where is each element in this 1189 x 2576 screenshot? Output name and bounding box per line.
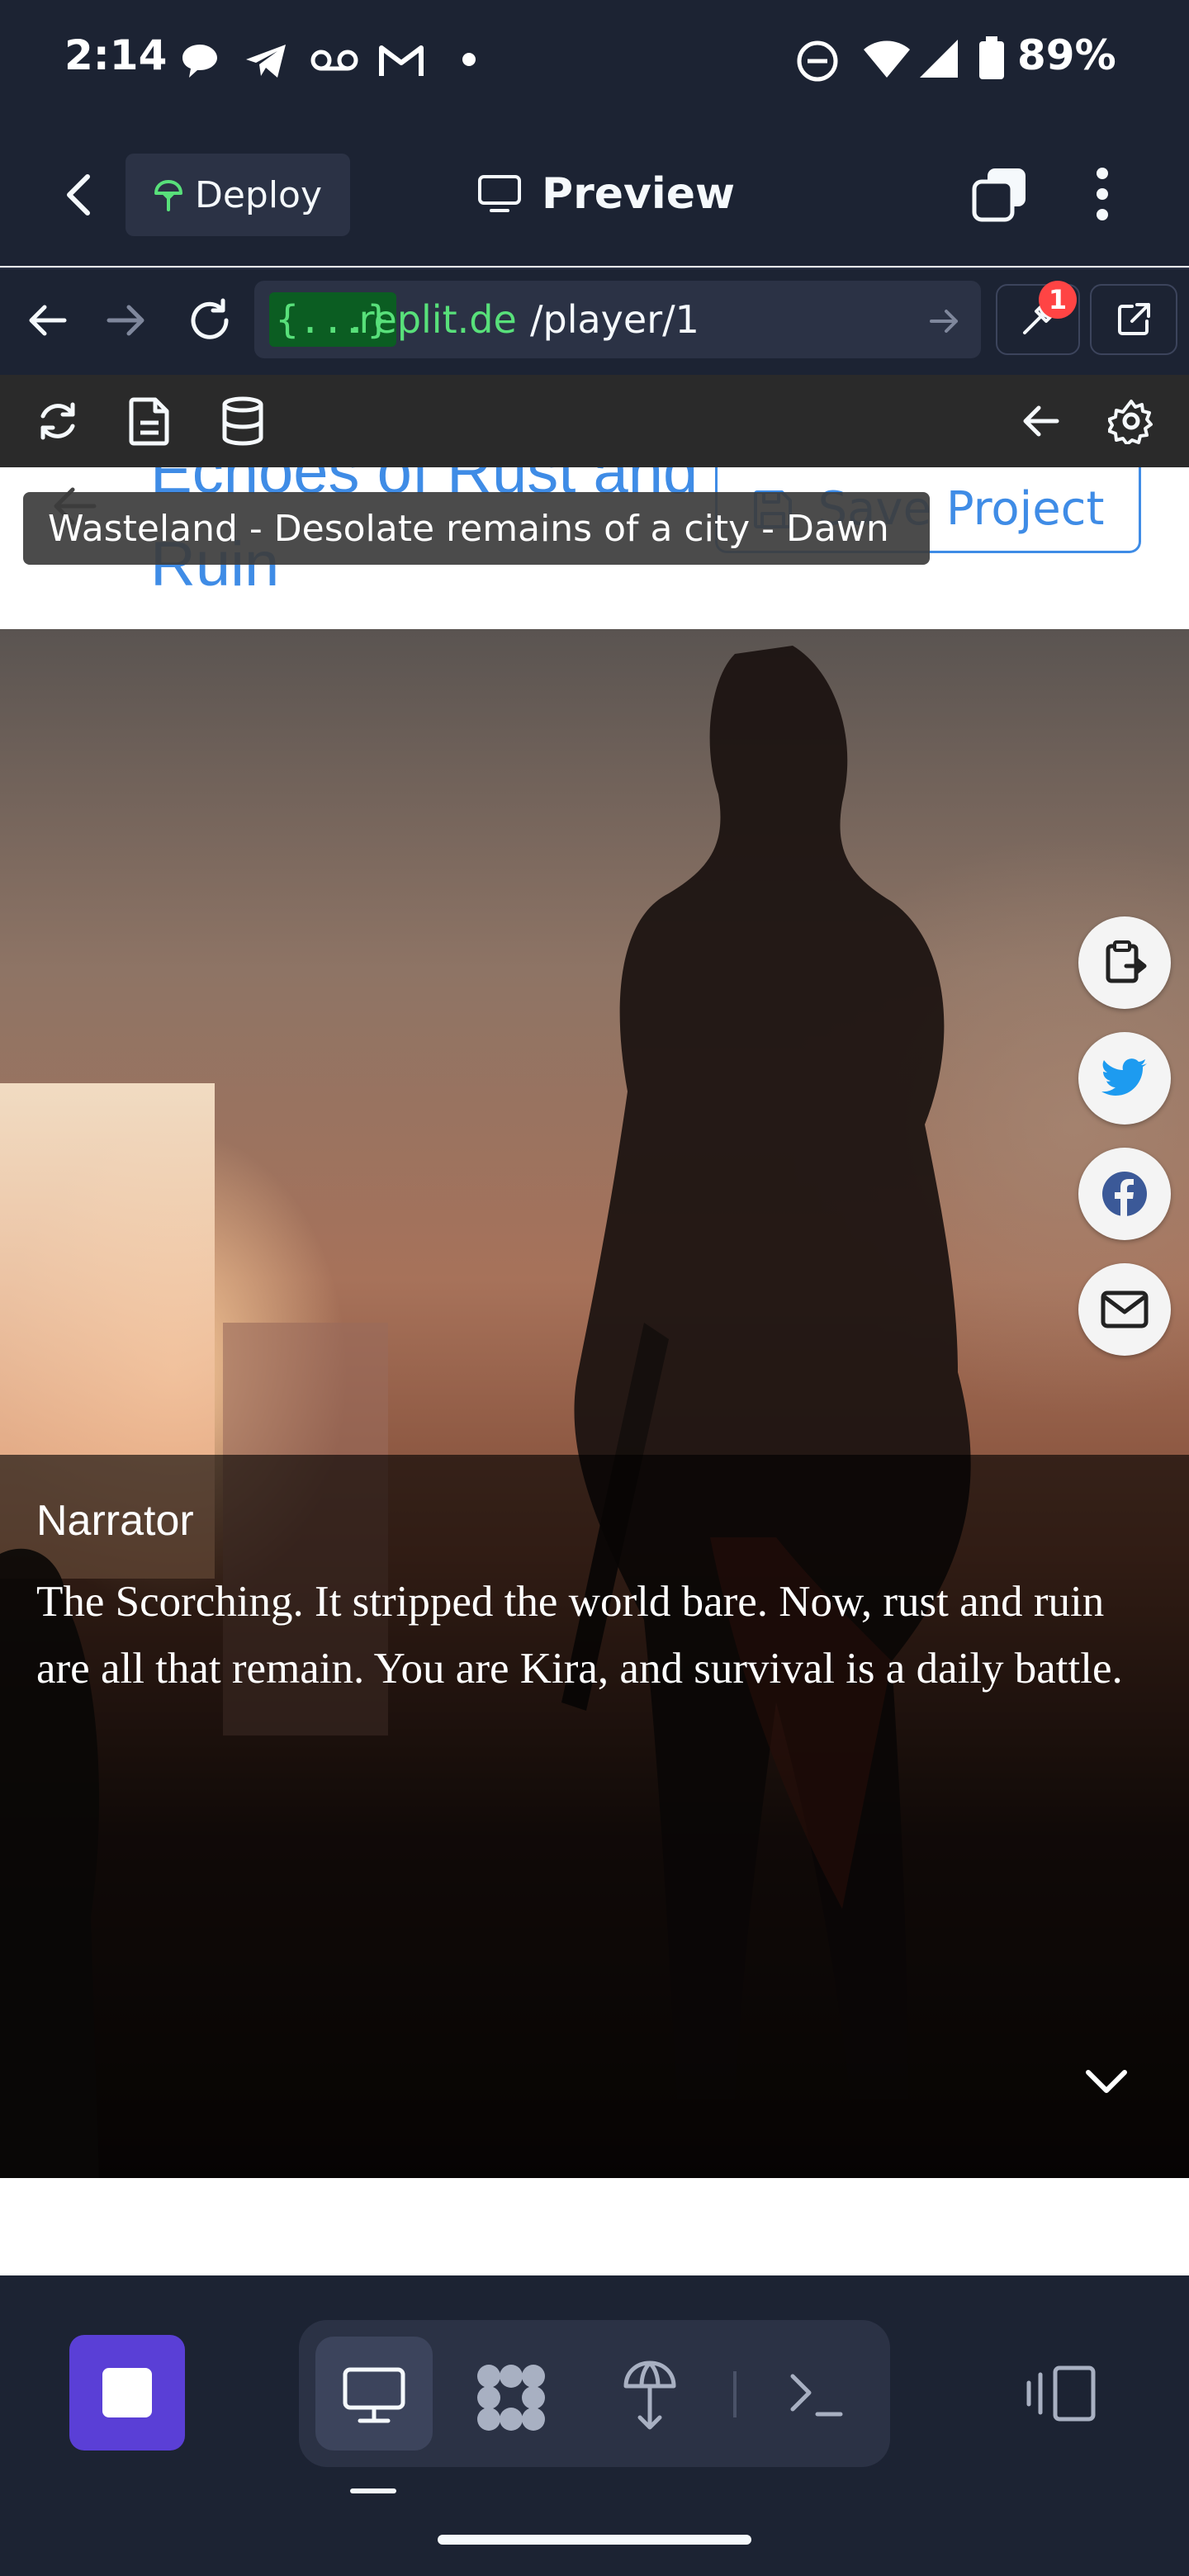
back-arrow-icon[interactable] xyxy=(26,302,68,339)
do-not-disturb-icon xyxy=(796,40,839,83)
url-host: .replit.de xyxy=(347,297,517,342)
arrow-left-icon[interactable] xyxy=(1021,403,1060,439)
go-arrow-icon[interactable] xyxy=(928,307,961,335)
gmail-icon xyxy=(378,43,424,79)
database-icon[interactable] xyxy=(221,396,264,446)
share-email-button[interactable] xyxy=(1078,1263,1171,1356)
home-indicator[interactable] xyxy=(438,2535,751,2545)
refresh-icon[interactable] xyxy=(35,398,81,444)
deploy-icon xyxy=(154,178,183,211)
chat-bubble-icon xyxy=(180,43,220,79)
split-panel-icon[interactable] xyxy=(1026,2363,1097,2424)
stop-icon xyxy=(102,2368,152,2417)
tabs-icon[interactable] xyxy=(971,165,1029,223)
deploy-label: Deploy xyxy=(194,173,323,216)
copy-link-button[interactable] xyxy=(1078,916,1171,1009)
monitor-icon[interactable] xyxy=(342,2366,406,2424)
dot-icon xyxy=(462,53,476,66)
external-link-icon xyxy=(1116,301,1152,338)
deploy-icon[interactable] xyxy=(621,2358,679,2432)
preview-label: Preview xyxy=(542,169,736,219)
apps-icon[interactable] xyxy=(474,2363,548,2432)
twitter-icon xyxy=(1101,1058,1149,1098)
preview-title: Preview xyxy=(477,163,735,225)
clipboard-icon xyxy=(1101,940,1148,986)
facebook-icon xyxy=(1101,1170,1149,1218)
gear-icon[interactable] xyxy=(1108,398,1154,444)
mail-icon xyxy=(1101,1290,1149,1328)
share-twitter-button[interactable] xyxy=(1078,1032,1171,1125)
active-tab-indicator xyxy=(350,2488,396,2493)
battery-percentage: 89% xyxy=(1017,31,1116,79)
more-vertical-icon[interactable] xyxy=(1090,165,1115,223)
open-new-tab-button[interactable] xyxy=(1090,284,1177,355)
scene-tooltip: Wasteland - Desolate remains of a city -… xyxy=(23,492,930,565)
devtools-badge: 1 xyxy=(1039,281,1077,319)
monitor-icon xyxy=(477,174,522,214)
share-facebook-button[interactable] xyxy=(1078,1148,1171,1240)
signal-icon xyxy=(918,38,959,79)
status-time: 2:14 xyxy=(64,31,168,79)
deploy-button[interactable]: Deploy xyxy=(126,154,350,236)
toolbar-divider xyxy=(733,2371,737,2417)
devtools-toolbar xyxy=(0,375,1189,467)
reload-icon[interactable] xyxy=(187,297,233,343)
chevron-down-icon[interactable] xyxy=(1083,2067,1130,2095)
chevron-left-icon[interactable] xyxy=(63,172,96,218)
speaker-name: Narrator xyxy=(36,1497,194,1545)
terminal-icon[interactable] xyxy=(788,2371,844,2417)
url-path: /player/1 xyxy=(530,297,699,342)
dialog-text: The Scorching. It stripped the world bar… xyxy=(36,1578,1123,1693)
battery-icon xyxy=(978,36,1006,81)
wifi-icon xyxy=(862,40,912,79)
file-icon[interactable] xyxy=(129,396,170,446)
telegram-icon xyxy=(244,43,287,79)
forward-arrow-icon[interactable] xyxy=(106,302,147,339)
page-footer xyxy=(0,2178,1189,2275)
stop-button[interactable] xyxy=(69,2335,185,2451)
dialog-box[interactable] xyxy=(0,1455,1189,2178)
voicemail-icon xyxy=(310,48,358,73)
